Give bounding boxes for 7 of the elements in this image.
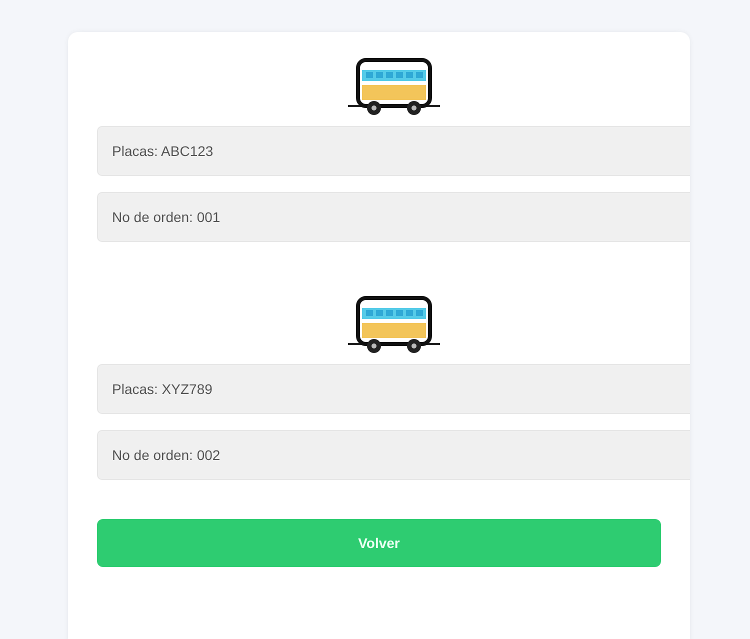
plates-field: Placas: XYZ789	[97, 364, 690, 414]
order-field: No de orden: 002	[97, 430, 690, 480]
bus-icon	[346, 56, 442, 118]
plates-field: Placas: ABC123	[97, 126, 690, 176]
order-field: No de orden: 001	[97, 192, 690, 242]
back-button[interactable]: Volver	[97, 519, 661, 567]
bus-icon	[346, 294, 442, 356]
